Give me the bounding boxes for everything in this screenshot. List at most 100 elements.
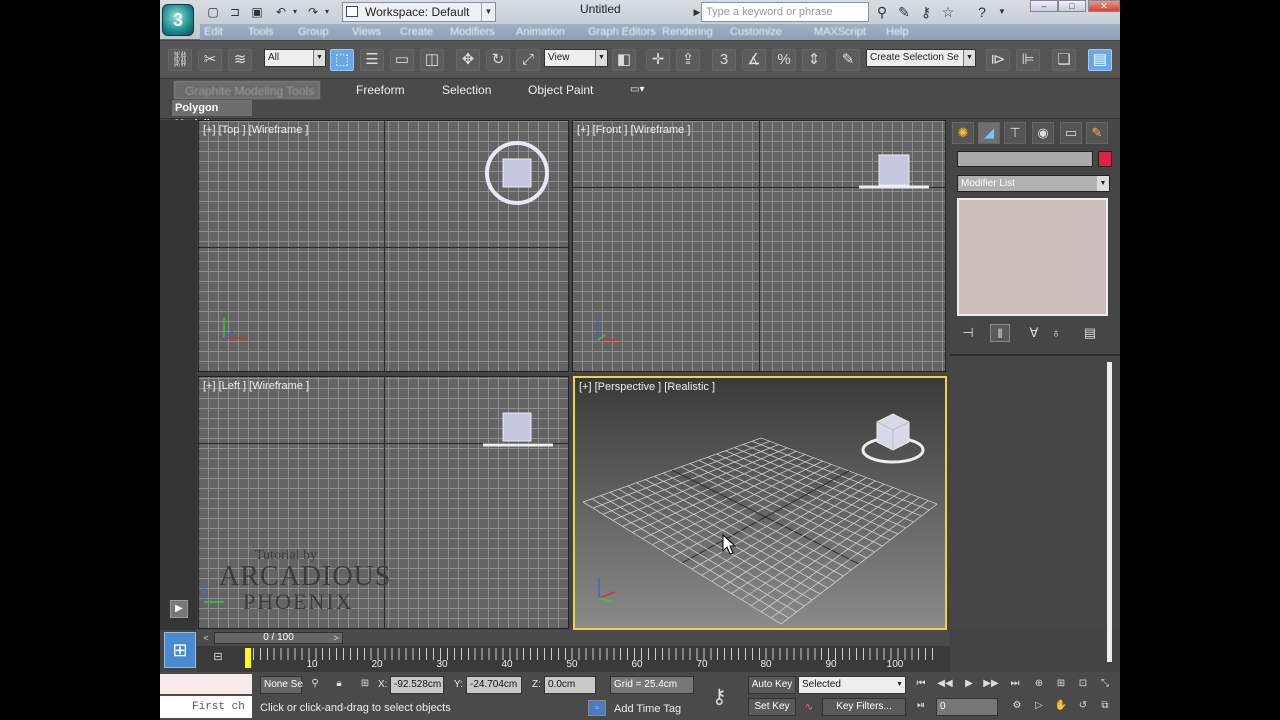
menu-maxscript[interactable]: MAXScript [814, 24, 866, 40]
help-icon[interactable]: ? [972, 3, 992, 21]
layer-manager-icon[interactable]: ❏ [1052, 49, 1076, 71]
tab-object-paint[interactable]: Object Paint [528, 81, 593, 99]
key-filters-button[interactable]: Key Filters... [822, 698, 906, 716]
time-slider-prev-icon[interactable]: < [200, 631, 212, 645]
configure-modifier-sets-icon[interactable]: ▤ [1080, 324, 1100, 342]
utilities-tab-icon[interactable]: ✎ [1086, 122, 1108, 144]
object-front-view[interactable] [857, 149, 931, 197]
tab-graphite-modeling-tools[interactable]: Graphite Modeling Tools [174, 81, 320, 99]
open-file-icon[interactable]: ⊐ [226, 4, 244, 20]
window-crossing-icon[interactable]: ◫ [420, 49, 444, 71]
application-button[interactable]: 3 [162, 4, 194, 36]
selection-filter-dropdown[interactable]: All ▼ [264, 49, 326, 67]
select-and-link-icon[interactable]: ⛓ [168, 49, 192, 71]
next-frame-icon[interactable]: ▶▶ [982, 676, 1000, 692]
menu-group[interactable]: Group [298, 24, 329, 40]
modifier-stack[interactable] [957, 198, 1108, 316]
key-curve-icon[interactable]: ∿ [800, 700, 818, 716]
named-selection-dropdown[interactable]: Create Selection Se ▼ [866, 49, 976, 67]
command-panel-scrollbar[interactable] [1107, 362, 1112, 662]
zoom-icon[interactable]: ⊕ [1030, 676, 1048, 692]
key-selection-dropdown[interactable]: Selected ▼ [798, 676, 906, 694]
keyboard-shortcut-override-icon[interactable]: ⇪ [676, 49, 700, 71]
object-perspective-view[interactable] [857, 408, 929, 470]
select-and-rotate-icon[interactable]: ↻ [486, 49, 510, 71]
key-mode-toggle-icon[interactable]: ⏯ [912, 698, 930, 714]
x-coordinate-field[interactable]: -92.528cm [390, 676, 444, 694]
y-coordinate-field[interactable]: -24.704cm [466, 676, 522, 694]
play-icon[interactable]: ▶ [960, 676, 978, 692]
maxscript-mini-listener[interactable]: First ch [160, 696, 252, 718]
zoom-extents-all-icon[interactable]: ⤡ [1096, 676, 1114, 692]
viewport-label-top[interactable]: [+] [Top ] [Wireframe ] [203, 124, 308, 136]
new-file-icon[interactable]: ▢ [204, 4, 222, 20]
zoom-extents-icon[interactable]: ⊡ [1074, 676, 1092, 692]
tab-selection[interactable]: Selection [442, 81, 491, 99]
close-button[interactable]: ✕ [1088, 0, 1120, 12]
pin-stack-icon[interactable]: ⊣ [958, 324, 978, 342]
reference-coordinate-dropdown[interactable]: View ▼ [544, 49, 608, 67]
hierarchy-tab-icon[interactable]: ⊤ [1004, 122, 1026, 144]
save-file-icon[interactable]: ▣ [248, 4, 266, 20]
set-key-button[interactable]: Set Key [748, 698, 796, 716]
unlink-selection-icon[interactable]: ✂ [198, 49, 222, 71]
make-unique-icon[interactable]: ∀ [1024, 324, 1044, 342]
menu-rendering[interactable]: Rendering [662, 24, 713, 40]
edit-named-selection-icon[interactable]: ✎ [836, 49, 860, 71]
z-coordinate-field[interactable]: 0.0cm [544, 676, 596, 694]
spinner-snap-icon[interactable]: ⇕ [802, 49, 826, 71]
menu-views[interactable]: Views [352, 24, 381, 40]
orbit-icon[interactable]: ↺ [1074, 698, 1092, 714]
selection-lock-icon[interactable]: 🔒︎ [330, 676, 348, 692]
field-of-view-icon[interactable]: ▷ [1030, 698, 1048, 714]
minimize-button[interactable]: – [1030, 0, 1058, 12]
menu-help[interactable]: Help [886, 24, 909, 40]
mirror-icon[interactable]: ⧐ [986, 49, 1010, 71]
create-tab-icon[interactable]: ✺ [952, 122, 974, 144]
ribbon-options-icon[interactable]: ▭▾ [630, 81, 644, 99]
ribbon-panel-polygon-modeling[interactable]: Polygon Modeling [172, 100, 252, 130]
time-configuration-icon[interactable]: ⚙ [1008, 698, 1026, 714]
time-slider-next-icon[interactable]: > [330, 631, 342, 645]
menu-tools[interactable]: Tools [248, 24, 274, 40]
workspace-dropdown[interactable]: Workspace: Default ▼ [342, 2, 496, 22]
current-frame-marker[interactable] [245, 648, 251, 668]
help-dropdown-icon[interactable]: ▼ [992, 3, 1012, 21]
redo-dropdown-icon[interactable]: ▾ [318, 4, 336, 20]
pan-view-icon[interactable]: ✋ [1052, 698, 1070, 714]
show-end-result-icon[interactable]: ‖ [990, 324, 1010, 342]
undo-dropdown-icon[interactable]: ▾ [286, 4, 304, 20]
viewport-perspective[interactable]: [+] [Perspective ] [Realistic ] [573, 376, 947, 630]
previous-frame-icon[interactable]: ◀◀ [936, 676, 954, 692]
select-and-scale-icon[interactable]: ⤢ [516, 49, 540, 71]
track-bar[interactable]: ⊟ 10 20 30 40 50 60 70 80 90 100 [197, 646, 950, 672]
viewport-left[interactable]: [+] [Left ] [Wireframe ] Tutorial by ARC… [198, 376, 569, 629]
play-arrow-icon[interactable]: ▶ [170, 600, 188, 618]
menu-graph-editors[interactable]: Graph Editors [588, 24, 656, 40]
go-to-end-icon[interactable]: ⏭ [1006, 676, 1024, 692]
object-left-view[interactable] [481, 407, 555, 453]
absolute-offset-toggle-icon[interactable]: ⊞ [356, 676, 374, 692]
menu-customize[interactable]: Customize [730, 24, 782, 40]
menu-animation[interactable]: Animation [516, 24, 565, 40]
object-top-view[interactable] [481, 137, 553, 209]
modify-tab-icon[interactable]: ◢ [978, 122, 1000, 144]
viewport-front[interactable]: [+] [Front ] [Wireframe ] [572, 120, 946, 372]
use-pivot-center-icon[interactable]: ◧ [612, 49, 636, 71]
viewport-top[interactable]: [+] [Top ] [Wireframe ] [198, 120, 569, 372]
favorites-star-icon[interactable]: ☆ [938, 3, 958, 21]
select-and-move-icon[interactable]: ✥ [456, 49, 480, 71]
snaps-toggle-icon[interactable]: 3 [712, 49, 736, 71]
menu-create[interactable]: Create [400, 24, 433, 40]
time-slider[interactable]: 0 / 100 [214, 632, 343, 644]
maxscript-listener-top[interactable] [160, 674, 252, 694]
maximize-button[interactable]: □ [1058, 0, 1086, 12]
select-object-icon[interactable]: ⬚ [330, 49, 354, 71]
viewport-layout-button[interactable]: ⊞ [164, 632, 196, 668]
modifier-list-dropdown[interactable]: Modifier List ▼ [957, 175, 1110, 192]
viewport-label-left[interactable]: [+] [Left ] [Wireframe ] [203, 380, 309, 392]
binoculars-icon[interactable]: ⚲ [872, 3, 892, 21]
display-tab-icon[interactable]: ▭ [1060, 122, 1082, 144]
open-mini-curve-editor-icon[interactable]: ⊟ [209, 650, 227, 666]
go-to-start-icon[interactable]: ⏮ [912, 676, 930, 692]
